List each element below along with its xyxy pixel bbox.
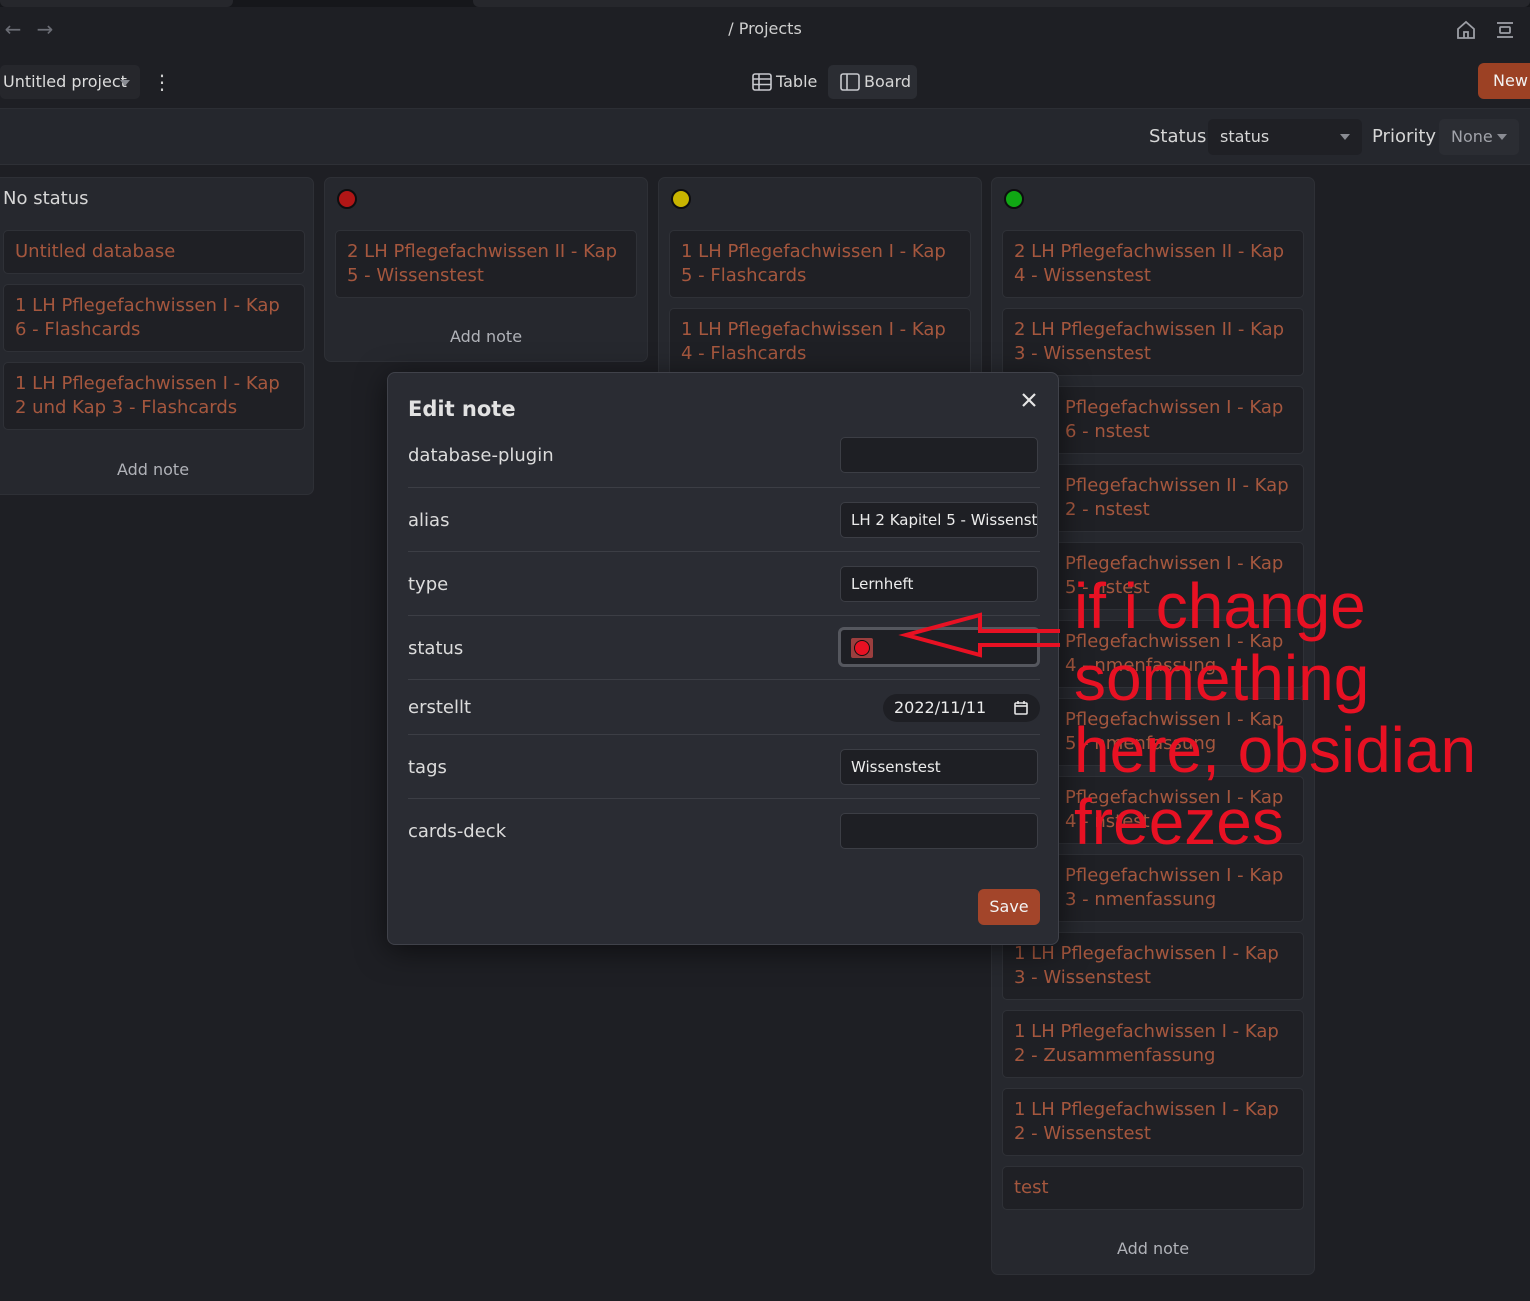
status-filter-value: status xyxy=(1220,127,1270,146)
note-card[interactable]: test xyxy=(1002,1166,1304,1210)
table-icon xyxy=(752,73,772,91)
tab-2[interactable] xyxy=(473,0,1530,7)
tags-input[interactable]: Wissenstest xyxy=(840,749,1038,785)
alias-input[interactable]: LH 2 Kapitel 5 - Wissenstest xyxy=(840,502,1038,538)
breadcrumb: / Projects xyxy=(728,19,802,38)
project-select-label: Untitled project xyxy=(3,72,127,91)
note-card[interactable]: 1 LH Pflegefachwissen I - Kap 5 - Flashc… xyxy=(669,230,971,298)
board-column-red-status: 2 LH Pflegefachwissen II - Kap 5 - Wisse… xyxy=(324,177,648,362)
field-label-cards-deck: cards-deck xyxy=(408,821,507,842)
status-color-swatch[interactable] xyxy=(851,638,873,658)
project-toolbar: Untitled project ⋮ Table Board New xyxy=(0,53,1530,109)
chevron-down-icon xyxy=(1340,134,1350,140)
note-card[interactable]: Untitled database xyxy=(3,230,305,274)
divider xyxy=(408,734,1040,735)
field-label-database-plugin: database-plugin xyxy=(408,445,554,466)
chevron-down-icon xyxy=(120,80,130,86)
add-note-button[interactable]: Add note xyxy=(992,1239,1314,1258)
calendar-icon[interactable] xyxy=(1014,701,1028,715)
note-card[interactable]: 1 LH Pflegefachwissen I - Kap 4 - Flashc… xyxy=(669,308,971,376)
tab-table-view[interactable]: Table xyxy=(740,65,824,99)
divider xyxy=(408,551,1040,552)
add-note-button[interactable]: Add note xyxy=(0,460,313,479)
priority-filter-value: None xyxy=(1451,127,1493,146)
note-card[interactable]: 2 LH Pflegefachwissen II - Kap 4 - Wisse… xyxy=(1002,230,1304,298)
reading-mode-icon[interactable] xyxy=(1494,19,1516,41)
annotation-line: if i change xyxy=(1074,570,1366,642)
annotation-line: here, obsidian xyxy=(1074,714,1477,786)
board-view-label: Board xyxy=(864,72,912,91)
cards-deck-input[interactable] xyxy=(840,813,1038,849)
tab-strip xyxy=(0,0,1530,7)
board-icon xyxy=(840,73,860,91)
note-card[interactable]: 2 LH Pflegefachwissen II - Kap 5 - Wisse… xyxy=(335,230,637,298)
priority-filter-label: Priority xyxy=(1372,126,1437,147)
home-icon[interactable] xyxy=(1455,19,1477,41)
field-label-erstellt: erstellt xyxy=(408,697,472,718)
save-button[interactable]: Save xyxy=(978,889,1040,925)
divider xyxy=(408,487,1040,488)
chevron-down-icon xyxy=(1497,134,1507,140)
status-yellow-dot xyxy=(671,189,691,209)
modal-title: Edit note xyxy=(408,397,516,421)
project-select[interactable]: Untitled project xyxy=(0,65,140,99)
tab-1[interactable] xyxy=(0,0,233,7)
note-card[interactable]: 1 LH Pflegefachwissen I - Kap 2 - Zusamm… xyxy=(1002,1010,1304,1078)
erstellt-date-input[interactable]: 2022/11/11 xyxy=(883,694,1040,722)
field-label-status: status xyxy=(408,638,464,659)
table-view-label: Table xyxy=(776,72,818,91)
title-bar: ← → / Projects xyxy=(0,7,1530,53)
database-plugin-input[interactable] xyxy=(840,437,1038,473)
field-label-tags: tags xyxy=(408,757,447,778)
note-card[interactable]: 1 LH Pflegefachwissen I - Kap 6 - Flashc… xyxy=(3,284,305,352)
note-card[interactable]: 1 LH Pflegefachwissen I - Kap 2 und Kap … xyxy=(3,362,305,430)
board-column-no-status: No status Untitled database 1 LH Pflegef… xyxy=(0,177,314,495)
type-input[interactable]: Lernheft xyxy=(840,566,1038,602)
annotation-arrow-icon xyxy=(898,612,1060,658)
erstellt-date-value: 2022/11/11 xyxy=(894,698,987,717)
divider xyxy=(408,679,1040,680)
annotation-line: something xyxy=(1074,642,1370,714)
status-red-dot xyxy=(337,189,357,209)
priority-filter-select[interactable]: None xyxy=(1439,119,1519,155)
add-note-button[interactable]: Add note xyxy=(325,327,647,346)
tab-board-view[interactable]: Board xyxy=(828,65,917,99)
status-green-dot xyxy=(1004,189,1024,209)
annotation-line: freezes xyxy=(1074,786,1284,858)
divider xyxy=(408,798,1040,799)
new-button[interactable]: New xyxy=(1478,63,1530,99)
column-title: No status xyxy=(3,188,89,209)
close-icon[interactable] xyxy=(1018,389,1040,411)
note-card[interactable]: 2 LH Pflegefachwissen II - Kap 3 - Wisse… xyxy=(1002,308,1304,376)
status-filter-select[interactable]: status xyxy=(1208,119,1362,155)
status-filter-label: Status xyxy=(1149,126,1207,147)
more-options-icon[interactable]: ⋮ xyxy=(152,69,172,95)
filter-bar: Status status Priority None xyxy=(0,109,1530,165)
status-red-dot xyxy=(854,640,870,656)
field-label-type: type xyxy=(408,574,449,595)
note-card[interactable]: 1 LH Pflegefachwissen I - Kap 2 - Wissen… xyxy=(1002,1088,1304,1156)
field-label-alias: alias xyxy=(408,510,450,531)
